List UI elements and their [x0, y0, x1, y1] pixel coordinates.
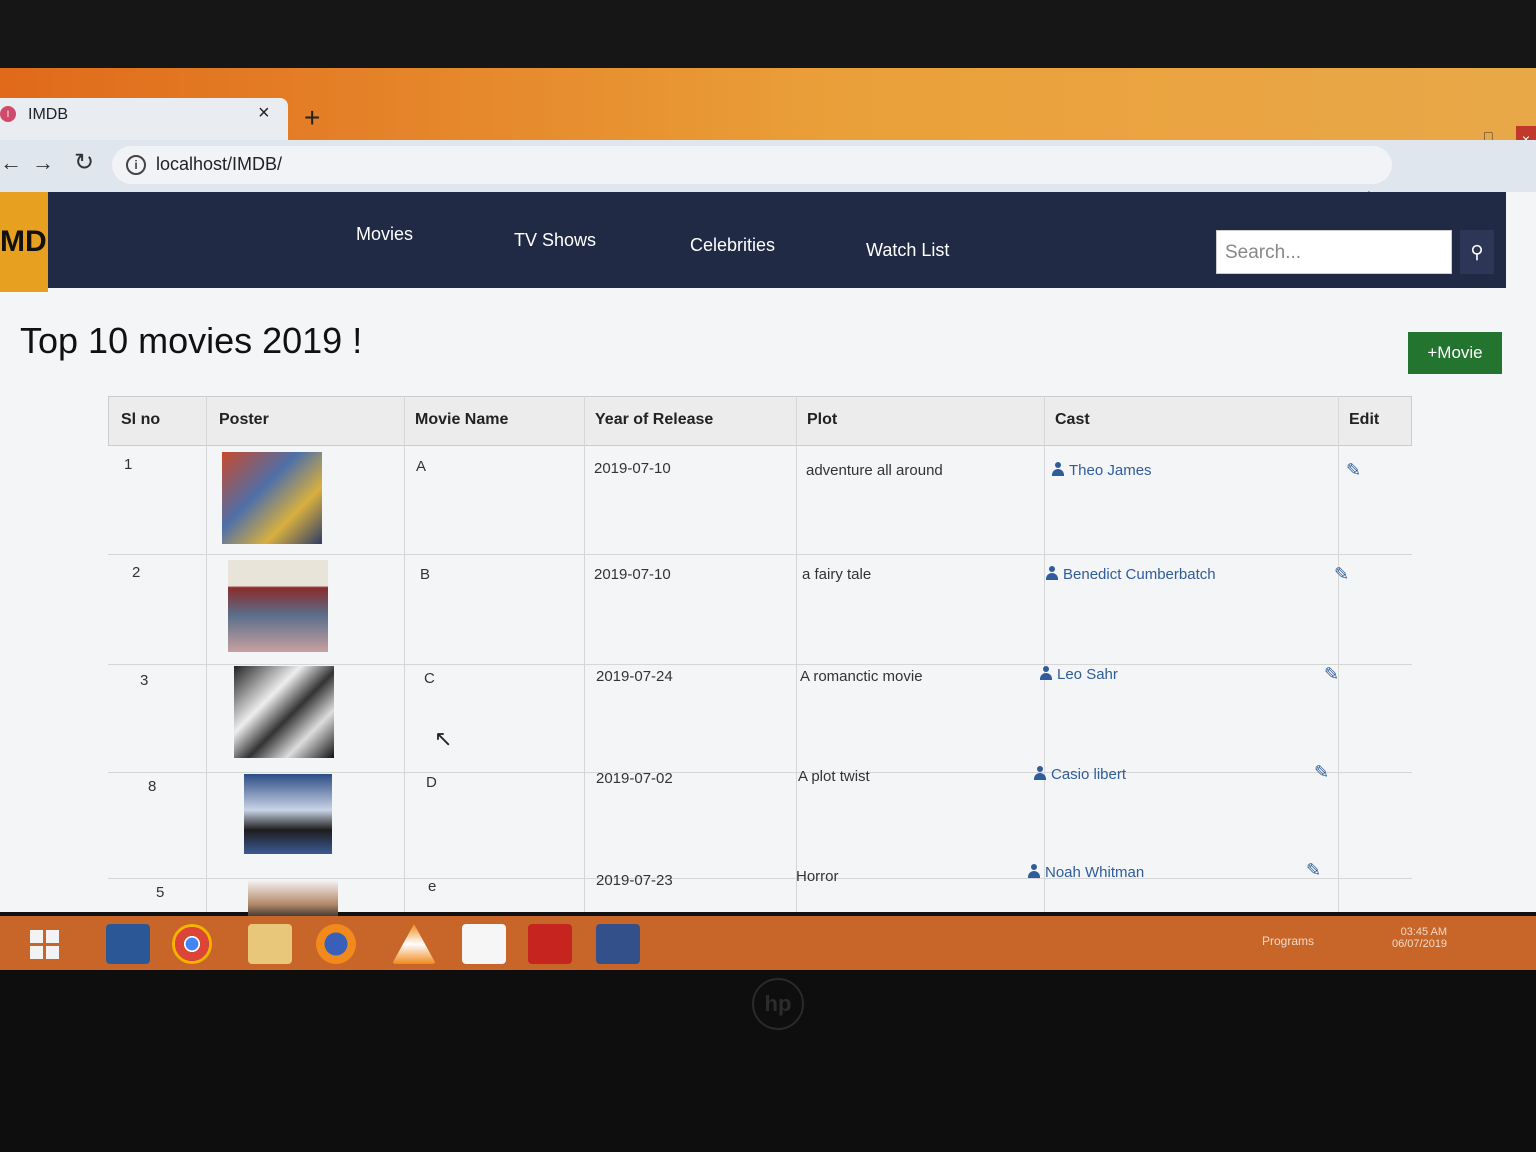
row-cast-name[interactable]: Casio libert — [1051, 766, 1126, 783]
row-cast-name[interactable]: Benedict Cumberbatch — [1063, 566, 1216, 583]
movie-poster[interactable] — [234, 666, 334, 758]
col-poster: Poster — [219, 411, 269, 428]
row-movie-name: A — [416, 458, 427, 475]
clock-date: 06/07/2019 — [1392, 938, 1448, 950]
edit-pencil-icon[interactable]: ✎ — [1314, 762, 1329, 783]
row-plot: A romanctic movie — [800, 668, 923, 685]
movie-poster[interactable] — [248, 880, 338, 920]
row-cast-link[interactable]: Benedict Cumberbatch — [1046, 566, 1216, 583]
row-cast-link[interactable]: Casio libert — [1034, 766, 1126, 783]
row-plot: Horror — [796, 868, 839, 885]
table-header: Sl no Poster Movie Name Year of Release … — [108, 396, 1412, 446]
adobe-icon[interactable] — [528, 924, 572, 964]
movie-poster[interactable] — [222, 452, 322, 544]
movie-poster[interactable] — [244, 774, 332, 854]
new-tab-button[interactable]: + — [304, 102, 320, 134]
mouse-cursor-icon: ↖ — [434, 726, 453, 751]
nav-celebrities[interactable]: Celebrities — [690, 235, 775, 256]
web-page: MDb Movies TV Shows Celebrities Watch Li… — [0, 192, 1536, 920]
tray-programs[interactable]: Programs — [1262, 934, 1314, 948]
tab-title: IMDB — [28, 106, 68, 123]
page-title: Top 10 movies 2019 ! — [20, 320, 363, 361]
row-sl-no: 1 — [124, 456, 133, 473]
table-row: 3 C 2019-07-24 A romanctic movie Leo Sah… — [108, 664, 1412, 773]
row-sl-no: 5 — [156, 884, 165, 901]
nav-movies[interactable]: Movies — [356, 224, 413, 245]
col-movie-name: Movie Name — [415, 411, 509, 428]
row-year: 2019-07-10 — [594, 566, 671, 583]
row-movie-name: C — [424, 670, 435, 687]
row-year: 2019-07-10 — [594, 460, 671, 477]
edit-pencil-icon[interactable]: ✎ — [1346, 460, 1361, 481]
laptop-screen: I IMDB × + – □ × ← → ↻ i localhost/IMDB/… — [0, 68, 1536, 970]
back-arrow-icon[interactable]: ← — [0, 150, 22, 176]
row-cast-name[interactable]: Noah Whitman — [1045, 864, 1144, 881]
user-icon — [1034, 766, 1046, 780]
folder-icon[interactable] — [248, 924, 292, 964]
close-tab-icon[interactable]: × — [258, 102, 270, 125]
edit-pencil-icon[interactable]: ✎ — [1324, 664, 1339, 685]
screen-icon[interactable] — [596, 924, 640, 964]
col-year: Year of Release — [595, 411, 714, 428]
site-info-icon[interactable]: i — [126, 155, 146, 175]
windows-taskbar: Programs 03:45 AM 06/07/2019 — [0, 916, 1536, 970]
row-movie-name: e — [428, 878, 437, 895]
vlc-icon[interactable] — [392, 924, 436, 964]
edit-pencil-icon[interactable]: ✎ — [1306, 860, 1321, 881]
row-movie-name: D — [426, 774, 437, 791]
forward-arrow-icon[interactable]: → — [32, 150, 54, 176]
clock-time: 03:45 AM — [1400, 926, 1448, 938]
taskbar-clock[interactable]: 03:45 AM 06/07/2019 — [1392, 926, 1447, 950]
row-cast-name[interactable]: Leo Sahr — [1057, 666, 1118, 683]
nav-tv-shows[interactable]: TV Shows — [514, 230, 596, 251]
user-icon — [1046, 566, 1058, 580]
row-cast-link[interactable]: Noah Whitman — [1028, 864, 1144, 881]
address-bar-url[interactable]: localhost/IMDB/ — [156, 154, 282, 175]
chrome-icon[interactable] — [172, 924, 212, 964]
firefox-icon[interactable] — [316, 924, 356, 964]
search-icon[interactable]: ⚲ — [1460, 230, 1494, 274]
row-plot: a fairy tale — [802, 566, 872, 583]
add-movie-button[interactable]: +Movie — [1408, 332, 1502, 374]
imdb-favicon-icon: I — [0, 106, 16, 122]
table-row: 2 B 2019-07-10 a fairy tale Benedict Cum… — [108, 556, 1412, 665]
col-cast: Cast — [1055, 411, 1090, 428]
search-input[interactable]: Search... — [1216, 230, 1452, 274]
laptop-bezel-top — [0, 0, 1536, 70]
word-icon[interactable] — [106, 924, 150, 964]
row-sl-no: 8 — [148, 778, 157, 795]
row-year: 2019-07-23 — [596, 872, 673, 889]
edit-pencil-icon[interactable]: ✎ — [1334, 564, 1349, 585]
imdb-logo[interactable]: MDb — [0, 192, 48, 292]
col-sl-no: Sl no — [121, 411, 161, 428]
row-sl-no: 3 — [140, 672, 149, 689]
row-plot: A plot twist — [798, 768, 870, 785]
reload-icon[interactable]: ↻ — [74, 148, 94, 177]
browser-toolbar: ← → ↻ i localhost/IMDB/ — [0, 140, 1536, 192]
movie-poster[interactable] — [228, 560, 328, 652]
row-plot: adventure all around — [806, 462, 943, 479]
pdf-icon[interactable] — [462, 924, 506, 964]
address-bar[interactable] — [112, 146, 1392, 184]
table-row: 8 D 2019-07-02 A plot twist Casio libert… — [108, 762, 1412, 879]
row-movie-name: B — [420, 566, 431, 583]
hp-logo: hp — [752, 978, 804, 1030]
row-cast-name[interactable]: Theo James — [1069, 462, 1152, 479]
table-row: 1 A 2019-07-10 adventure all around Theo… — [108, 446, 1412, 555]
windows-start-icon[interactable] — [30, 930, 60, 960]
row-cast-link[interactable]: Theo James — [1052, 462, 1152, 479]
col-plot: Plot — [807, 411, 838, 428]
row-year: 2019-07-02 — [596, 770, 673, 787]
user-icon — [1040, 666, 1052, 680]
row-cast-link[interactable]: Leo Sahr — [1040, 666, 1118, 683]
site-navbar: MDb Movies TV Shows Celebrities Watch Li… — [0, 192, 1506, 292]
user-icon — [1052, 462, 1064, 476]
nav-watch-list[interactable]: Watch List — [866, 240, 949, 261]
col-edit: Edit — [1349, 411, 1380, 428]
user-icon — [1028, 864, 1040, 878]
row-year: 2019-07-24 — [596, 668, 673, 685]
row-sl-no: 2 — [132, 564, 141, 581]
